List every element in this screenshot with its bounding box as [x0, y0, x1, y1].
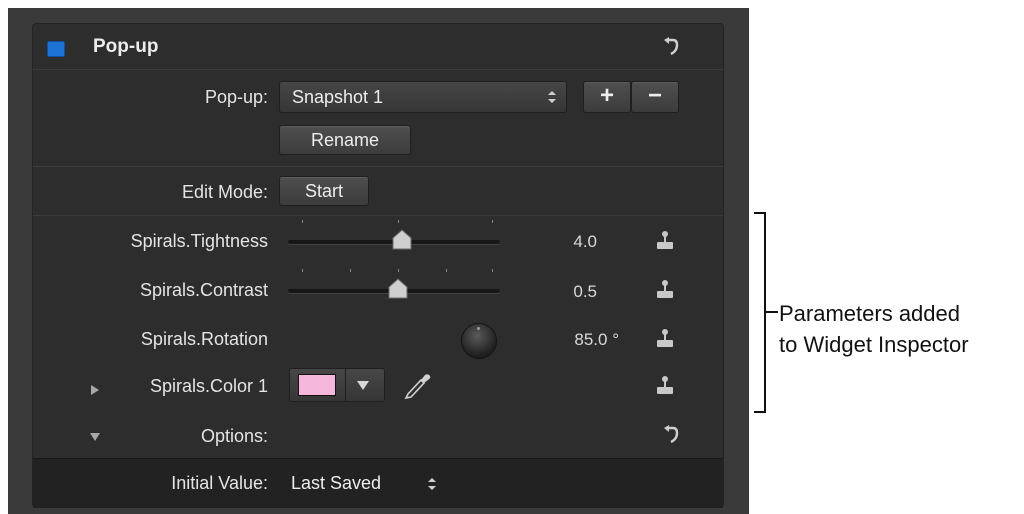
publish-joystick-icon[interactable]	[655, 230, 675, 252]
dropdown-arrows-icon	[428, 478, 436, 490]
slider-tick	[492, 220, 493, 223]
group-enable-checkbox[interactable]	[47, 41, 65, 57]
slider-thumb[interactable]	[390, 229, 414, 251]
slider-tick	[302, 269, 303, 272]
group-title: Pop-up	[93, 36, 159, 57]
add-snapshot-button[interactable]: +	[583, 81, 631, 113]
remove-icon: −	[647, 82, 662, 109]
annotation-line-2: to Widget Inspector	[779, 332, 969, 357]
popup-label: Pop-up:	[204, 87, 268, 107]
contrast-slider[interactable]	[288, 269, 500, 303]
slider-tick	[350, 269, 351, 272]
initial-value-popup[interactable]: Last Saved	[291, 473, 451, 495]
slider-tick	[398, 269, 399, 272]
contrast-value[interactable]: 0.5	[573, 282, 597, 302]
chevron-down-icon	[357, 381, 369, 390]
rotation-dial[interactable]	[461, 323, 497, 359]
tightness-value[interactable]: 4.0	[573, 232, 597, 252]
edit-mode-label: Edit Mode:	[181, 182, 268, 202]
options-label: Options:	[200, 426, 268, 446]
tightness-slider[interactable]	[288, 220, 500, 254]
remove-snapshot-button[interactable]: −	[631, 81, 679, 113]
param-label-tightness: Spirals.Tightness	[130, 231, 268, 251]
publish-joystick-icon[interactable]	[655, 328, 675, 350]
slider-tick	[302, 220, 303, 223]
popup-parameter-group: Pop-up Pop-up: Snapshot 1 + − Rename Edi…	[32, 23, 724, 508]
dial-indicator	[477, 327, 480, 330]
edit-mode-start-button[interactable]: Start	[279, 176, 369, 206]
param-label-color: Spirals.Color 1	[149, 376, 268, 396]
separator	[33, 166, 723, 167]
snapshot-dropdown-value: Snapshot 1	[292, 87, 384, 107]
slider-thumb[interactable]	[386, 278, 410, 300]
eyedropper-icon[interactable]	[402, 369, 432, 401]
slider-tick	[492, 269, 493, 272]
publish-joystick-icon[interactable]	[655, 279, 675, 301]
dropdown-arrows-icon	[548, 91, 556, 103]
separator	[33, 69, 723, 70]
snapshot-dropdown[interactable]: Snapshot 1	[279, 81, 567, 113]
separator	[33, 215, 723, 216]
color-well[interactable]	[289, 368, 385, 402]
rename-button[interactable]: Rename	[279, 125, 411, 155]
reset-icon[interactable]	[662, 425, 680, 445]
publish-joystick-icon[interactable]	[655, 375, 675, 397]
disclosure-triangle-icon[interactable]	[90, 384, 100, 396]
initial-value-label: Initial Value:	[171, 473, 268, 493]
inspector-panel: Pop-up Pop-up: Snapshot 1 + − Rename Edi…	[8, 8, 749, 514]
initial-value-row: Initial Value: Last Saved	[33, 458, 723, 508]
disclosure-triangle-open-icon[interactable]	[89, 432, 101, 442]
divider	[345, 369, 346, 401]
annotation-caption: Parameters added to Widget Inspector	[779, 298, 969, 360]
annotation-bracket	[754, 212, 778, 413]
slider-tick	[398, 220, 399, 223]
initial-value-selected: Last Saved	[291, 473, 382, 493]
param-label-contrast: Spirals.Contrast	[139, 280, 268, 300]
reset-icon[interactable]	[662, 37, 680, 57]
add-icon: +	[599, 82, 614, 109]
rotation-value[interactable]: 85.0 °	[574, 330, 619, 350]
annotation-line-1: Parameters added	[779, 301, 960, 326]
slider-tick	[446, 269, 447, 272]
color-swatch	[298, 374, 336, 396]
param-label-rotation: Spirals.Rotation	[140, 329, 268, 349]
